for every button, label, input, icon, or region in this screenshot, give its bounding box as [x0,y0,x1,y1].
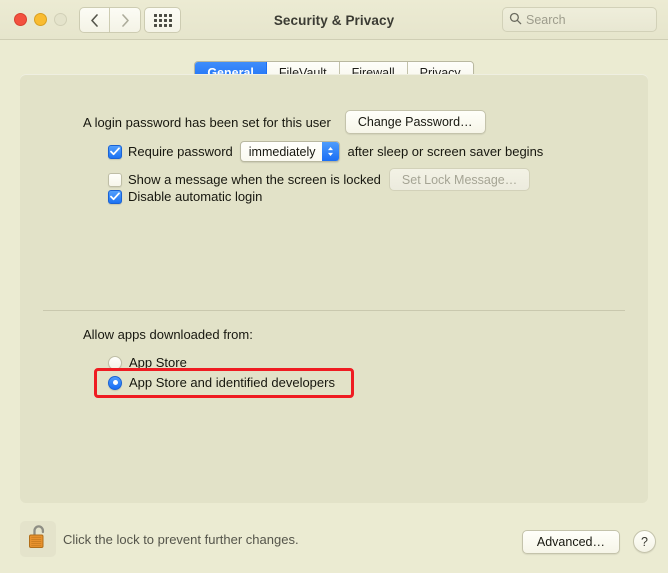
disable-automatic-login-label: Disable automatic login [128,189,263,204]
require-password-delay-popup[interactable]: immediately [239,141,341,162]
help-button[interactable]: ? [633,530,656,553]
lock-button[interactable] [20,521,56,557]
allow-app-store-label: App Store [129,355,187,370]
allow-identified-developers-row[interactable]: App Store and identified developers [108,375,335,390]
search-icon [509,12,526,28]
change-password-button[interactable]: Change Password… [344,110,486,134]
back-button[interactable] [79,7,110,33]
unlocked-padlock-icon [27,524,50,554]
login-password-status-text: A login password has been set for this u… [83,114,331,130]
section-divider [43,310,625,311]
show-lock-message-checkbox[interactable] [108,172,122,187]
require-password-row: Require password immediately after sleep… [108,141,543,162]
login-password-row: A login password has been set for this u… [83,110,486,134]
chevron-right-icon [121,13,130,27]
preferences-window: Security & Privacy General FileVault Fir… [0,0,668,573]
chevron-up-down-icon [322,142,340,161]
disable-automatic-login-checkbox[interactable] [108,189,122,204]
allow-apps-heading: Allow apps downloaded from: [83,327,253,342]
advanced-button[interactable]: Advanced… [521,530,620,554]
general-settings-panel: A login password has been set for this u… [20,74,648,503]
chevron-left-icon [90,13,99,27]
close-window-button[interactable] [14,13,27,26]
show-lock-message-row: Show a message when the screen is locked… [108,168,531,191]
require-password-after-label: after sleep or screen saver begins [347,144,544,159]
set-lock-message-button[interactable]: Set Lock Message… [388,168,531,191]
all-preferences-grid-icon [153,13,172,27]
allow-identified-developers-label: App Store and identified developers [129,375,335,390]
allow-identified-developers-radio[interactable] [108,375,122,390]
search-input[interactable] [526,12,651,27]
allow-app-store-row[interactable]: App Store [108,355,187,370]
show-lock-message-label: Show a message when the screen is locked [128,172,381,187]
require-password-label: Require password [128,144,233,159]
navigation-buttons [79,7,141,33]
disable-automatic-login-row: Disable automatic login [108,189,262,204]
lock-status-text: Click the lock to prevent further change… [63,532,299,547]
allow-app-store-radio[interactable] [108,355,122,370]
require-password-checkbox[interactable] [108,144,122,159]
title-bar: Security & Privacy [0,0,668,40]
minimize-window-button[interactable] [34,13,47,26]
require-password-delay-value: immediately [248,144,316,159]
forward-button[interactable] [110,7,141,33]
zoom-window-button[interactable] [54,13,67,26]
search-field[interactable] [502,7,657,32]
show-all-preferences-button[interactable] [144,7,181,33]
